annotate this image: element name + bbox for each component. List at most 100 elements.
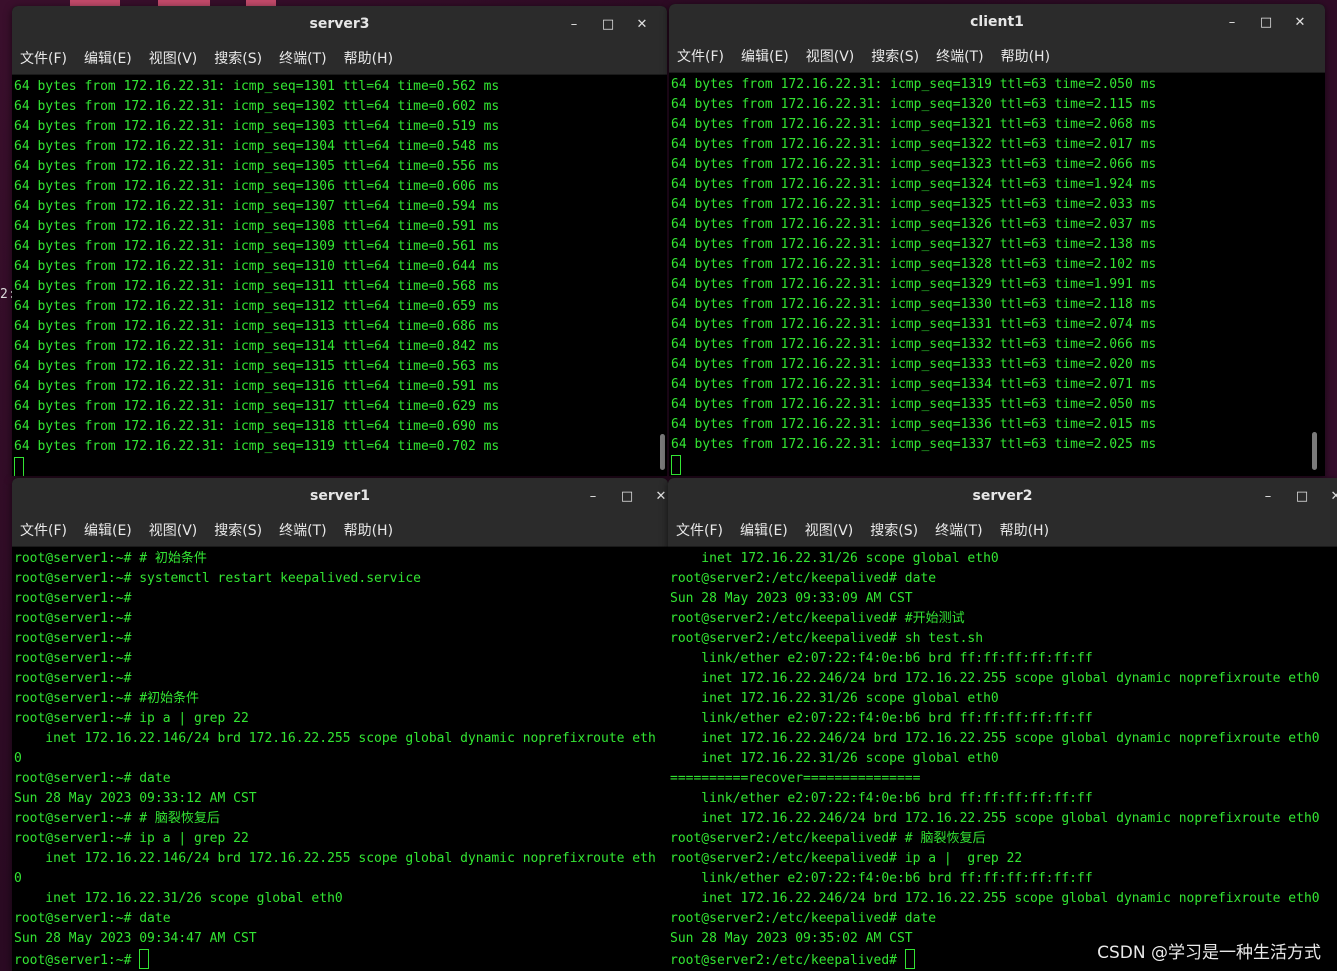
menu-item[interactable]: 文件(F): [20, 520, 67, 540]
prompt-line: [671, 455, 1325, 475]
terminal-line: 64 bytes from 172.16.22.31: icmp_seq=131…: [14, 319, 500, 334]
menu-item[interactable]: 编辑(E): [84, 48, 132, 68]
terminal-line: link/ether e2:07:22:f4:0e:b6 brd ff:ff:f…: [670, 871, 1093, 886]
menu-item[interactable]: 编辑(E): [84, 520, 132, 540]
scrollbar[interactable]: [1312, 432, 1317, 470]
menu-item[interactable]: 终端(T): [279, 48, 326, 68]
minimize-icon[interactable]: –: [1251, 489, 1285, 504]
terminal-line: root@server1:~# # 初始条件: [14, 551, 207, 566]
terminal-line: inet 172.16.22.146/24 brd 172.16.22.255 …: [14, 731, 656, 746]
minimize-icon[interactable]: –: [576, 489, 610, 504]
terminal-line: 64 bytes from 172.16.22.31: icmp_seq=133…: [671, 417, 1157, 432]
titlebar[interactable]: client1 – □ ✕: [669, 4, 1325, 40]
minimize-icon[interactable]: –: [1215, 15, 1249, 30]
terminal-line: root@server1:~# #初始条件: [14, 691, 200, 706]
terminal-line: 64 bytes from 172.16.22.31: icmp_seq=130…: [14, 239, 500, 254]
close-icon[interactable]: ✕: [644, 489, 668, 504]
menu-item[interactable]: 视图(V): [805, 520, 854, 540]
menu-item[interactable]: 编辑(E): [740, 520, 788, 540]
menu-item[interactable]: 编辑(E): [741, 46, 789, 66]
cursor-icon[interactable]: [904, 949, 915, 969]
menu-item[interactable]: 视图(V): [806, 46, 855, 66]
terminal-output[interactable]: inet 172.16.22.31/26 scope global eth0 ro…: [668, 547, 1337, 971]
titlebar[interactable]: server2 – □ ✕: [668, 478, 1337, 514]
terminal-line: 64 bytes from 172.16.22.31: icmp_seq=130…: [14, 199, 500, 214]
menu-item[interactable]: 帮助(H): [344, 520, 393, 540]
terminal-line: 64 bytes from 172.16.22.31: icmp_seq=132…: [671, 97, 1157, 112]
terminal-line: 64 bytes from 172.16.22.31: icmp_seq=131…: [14, 339, 500, 354]
terminal-line: 64 bytes from 172.16.22.31: icmp_seq=133…: [671, 337, 1157, 352]
terminal-line: 64 bytes from 172.16.22.31: icmp_seq=132…: [671, 237, 1157, 252]
titlebar[interactable]: server3 – □ ✕: [12, 6, 667, 42]
terminal-line: 64 bytes from 172.16.22.31: icmp_seq=131…: [14, 299, 500, 314]
titlebar[interactable]: server1 – □ ✕: [12, 478, 668, 514]
cursor-icon[interactable]: [671, 455, 681, 475]
terminal-line: 64 bytes from 172.16.22.31: icmp_seq=130…: [14, 179, 500, 194]
terminal-window-server2[interactable]: server2 – □ ✕ 文件(F) 编辑(E) 视图(V) 搜索(S) 终端(T) 帮…: [668, 478, 1337, 971]
scrollbar[interactable]: [660, 434, 665, 470]
terminal-line: 64 bytes from 172.16.22.31: icmp_seq=131…: [14, 359, 500, 374]
cursor-icon[interactable]: [139, 949, 150, 969]
terminal-line: root@server2:/etc/keepalived# sh test.sh: [670, 631, 984, 646]
terminal-line: 64 bytes from 172.16.22.31: icmp_seq=130…: [14, 159, 500, 174]
terminal-line: link/ether e2:07:22:f4:0e:b6 brd ff:ff:f…: [670, 791, 1093, 806]
maximize-icon[interactable]: □: [610, 489, 644, 504]
terminal-line: root@server2:/etc/keepalived# #开始测试: [670, 611, 965, 626]
terminal-line: root@server1:~# ip a | grep 22: [14, 831, 249, 846]
menu-item[interactable]: 帮助(H): [1000, 520, 1049, 540]
close-icon[interactable]: ✕: [625, 17, 659, 32]
terminal-line: root@server1:~# date: [14, 771, 171, 786]
terminal-output[interactable]: root@server1:~# # 初始条件 root@server1:~# sy…: [12, 547, 668, 971]
terminal-line: root@server1:~#: [14, 651, 132, 666]
terminal-line: 64 bytes from 172.16.22.31: icmp_seq=130…: [14, 119, 500, 134]
terminal-line: root@server1:~# systemctl restart keepal…: [14, 571, 421, 586]
menu-item[interactable]: 帮助(H): [1001, 46, 1050, 66]
terminal-line: inet 172.16.22.246/24 brd 172.16.22.255 …: [670, 811, 1320, 826]
terminal-line: 64 bytes from 172.16.22.31: icmp_seq=131…: [14, 419, 500, 434]
maximize-icon[interactable]: □: [591, 17, 625, 32]
terminal-line: 64 bytes from 172.16.22.31: icmp_seq=133…: [671, 437, 1157, 452]
terminal-line: 64 bytes from 172.16.22.31: icmp_seq=133…: [671, 317, 1157, 332]
maximize-icon[interactable]: □: [1249, 15, 1283, 30]
terminal-window-server1[interactable]: server1 – □ ✕ 文件(F) 编辑(E) 视图(V) 搜索(S) 终端(T) 帮…: [12, 478, 668, 971]
terminal-line: 64 bytes from 172.16.22.31: icmp_seq=131…: [14, 399, 500, 414]
minimize-icon[interactable]: –: [557, 17, 591, 32]
terminal-line: 64 bytes from 172.16.22.31: icmp_seq=131…: [14, 379, 500, 394]
menu-item[interactable]: 搜索(S): [214, 520, 262, 540]
csdn-watermark: CSDN @学习是一种生活方式: [1097, 943, 1321, 963]
cursor-icon[interactable]: [14, 457, 24, 476]
terminal-line: 64 bytes from 172.16.22.31: icmp_seq=132…: [671, 157, 1157, 172]
menu-item[interactable]: 文件(F): [676, 520, 723, 540]
menu-item[interactable]: 终端(T): [935, 520, 982, 540]
menubar: 文件(F) 编辑(E) 视图(V) 搜索(S) 终端(T) 帮助(H): [12, 514, 668, 547]
menu-item[interactable]: 终端(T): [936, 46, 983, 66]
terminal-line: root@server2:/etc/keepalived# # 脑裂恢复后: [670, 831, 986, 846]
terminal-output[interactable]: 64 bytes from 172.16.22.31: icmp_seq=130…: [12, 75, 667, 476]
terminal-line: 64 bytes from 172.16.22.31: icmp_seq=131…: [671, 77, 1157, 92]
terminal-line: 64 bytes from 172.16.22.31: icmp_seq=132…: [671, 257, 1157, 272]
terminal-line: link/ether e2:07:22:f4:0e:b6 brd ff:ff:f…: [670, 651, 1093, 666]
terminal-line: root@server2:/etc/keepalived# date: [670, 911, 937, 926]
menu-item[interactable]: 视图(V): [149, 48, 198, 68]
terminal-output[interactable]: 64 bytes from 172.16.22.31: icmp_seq=131…: [669, 73, 1325, 476]
terminal-window-client1[interactable]: client1 – □ ✕ 文件(F) 编辑(E) 视图(V) 搜索(S) 终端(T) 帮…: [669, 4, 1325, 476]
terminal-line: 64 bytes from 172.16.22.31: icmp_seq=130…: [14, 219, 500, 234]
terminal-window-server3[interactable]: server3 – □ ✕ 文件(F) 编辑(E) 视图(V) 搜索(S) 终端(T) 帮…: [12, 6, 667, 476]
menu-item[interactable]: 视图(V): [149, 520, 198, 540]
maximize-icon[interactable]: □: [1285, 489, 1319, 504]
menu-item[interactable]: 文件(F): [677, 46, 724, 66]
terminal-line: root@server1:~# # 脑裂恢复后: [14, 811, 220, 826]
terminal-line: 64 bytes from 172.16.22.31: icmp_seq=132…: [671, 117, 1157, 132]
menu-item[interactable]: 搜索(S): [870, 520, 918, 540]
terminal-line: inet 172.16.22.246/24 brd 172.16.22.255 …: [670, 891, 1320, 906]
menu-item[interactable]: 搜索(S): [214, 48, 262, 68]
menu-item[interactable]: 文件(F): [20, 48, 67, 68]
prompt-text: root@server2:/etc/keepalived#: [670, 953, 905, 968]
window-title: server3: [309, 16, 370, 32]
close-icon[interactable]: ✕: [1283, 15, 1317, 30]
menu-item[interactable]: 搜索(S): [871, 46, 919, 66]
terminal-line: 64 bytes from 172.16.22.31: icmp_seq=133…: [671, 397, 1157, 412]
close-icon[interactable]: ✕: [1319, 489, 1337, 504]
menu-item[interactable]: 帮助(H): [344, 48, 393, 68]
menu-item[interactable]: 终端(T): [279, 520, 326, 540]
